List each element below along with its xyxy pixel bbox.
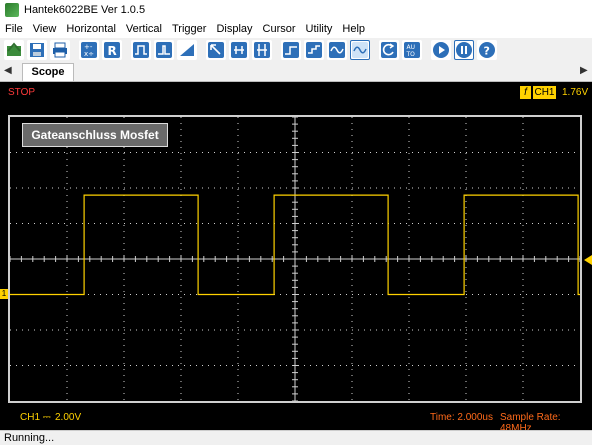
math-icon: +-x÷ <box>81 42 97 58</box>
scope-bottom-strip: CH1 ⎓ 2.00V Time: 2.000us Sample Rate: 4… <box>0 406 592 434</box>
reference-button[interactable]: R <box>102 40 122 60</box>
cursor-horizontal-icon <box>231 42 247 58</box>
tab-row: ◀ Scope ▶ <box>0 62 592 82</box>
run-state: STOP <box>8 87 36 98</box>
menu-cursor[interactable]: Cursor <box>258 23 301 35</box>
help-button[interactable]: ? <box>477 40 497 60</box>
scope-graticule[interactable]: Gateanschluss Mosfet <box>8 115 582 403</box>
open-icon <box>7 42 21 56</box>
pause-icon <box>456 42 472 58</box>
toolbar: +- x÷ R AU TO ? <box>0 38 592 62</box>
svg-text:TO: TO <box>406 51 416 58</box>
ramp-icon <box>180 44 194 56</box>
open-button[interactable] <box>4 40 24 60</box>
menu-help[interactable]: Help <box>337 23 370 35</box>
run-button[interactable] <box>431 40 451 60</box>
help-label: ? <box>484 45 490 58</box>
tab-scope[interactable]: Scope <box>22 63 74 81</box>
rotate-button[interactable] <box>379 40 399 60</box>
time-per-div: Time: 2.000us <box>430 412 493 423</box>
trigger-level: 1.76V <box>562 87 589 98</box>
menu-display[interactable]: Display <box>211 23 257 35</box>
reference-label: R <box>108 44 117 58</box>
cursor-vertical-button[interactable] <box>252 40 272 60</box>
bottom-channel-label: CH1 <box>20 412 41 423</box>
auto-icon: AUTO <box>404 42 420 58</box>
trigger-level-marker[interactable] <box>584 255 592 265</box>
menu-bar: File View Horizontal Vertical Trigger Di… <box>0 20 592 38</box>
menu-utility[interactable]: Utility <box>301 23 338 35</box>
sine-button[interactable] <box>327 40 347 60</box>
step-icon <box>306 42 322 58</box>
save-icon <box>30 43 44 57</box>
cursor-select-button[interactable] <box>206 40 226 60</box>
bottom-channel: CH1 ⎓ <box>20 412 51 423</box>
pause-button[interactable] <box>454 40 474 60</box>
volts-per-div: 2.00V <box>55 412 82 423</box>
level-icon <box>283 42 299 58</box>
print-button[interactable] <box>50 40 70 60</box>
dc-coupling-icon: ⎓ <box>42 412 51 423</box>
scope-top-strip: STOP f CH1 1.76V <box>0 82 592 104</box>
step-button[interactable] <box>304 40 324 60</box>
sine-icon <box>329 42 345 58</box>
scope-display: STOP f CH1 1.76V Gateanschluss Mosfet 1 … <box>0 82 592 434</box>
sine-filled-icon <box>352 42 368 58</box>
status-text: Running... <box>4 432 55 444</box>
window-title: Hantek6022BE Ver 1.0.5 <box>24 4 146 16</box>
title-bar: Hantek6022BE Ver 1.0.5 <box>0 0 592 20</box>
status-bar: Running... <box>0 430 592 445</box>
pulse-icon <box>156 42 172 58</box>
print-icon <box>53 42 67 58</box>
menu-horizontal[interactable]: Horizontal <box>61 23 121 35</box>
cursor-select-icon <box>208 42 224 58</box>
reference-icon: R <box>104 42 120 58</box>
tab-scroll-left-icon[interactable]: ◀ <box>4 65 12 76</box>
save-button[interactable] <box>27 40 47 60</box>
menu-file[interactable]: File <box>0 23 28 35</box>
app-icon <box>5 3 19 17</box>
math-button[interactable]: +- x÷ <box>79 40 99 60</box>
trigger-edge-icon: f <box>520 86 531 99</box>
cursor-horizontal-button[interactable] <box>229 40 249 60</box>
waveform-label: Gateanschluss Mosfet <box>22 123 168 147</box>
rotate-icon <box>381 42 397 58</box>
level-button[interactable] <box>281 40 301 60</box>
channel-1-marker[interactable]: 1 <box>0 289 8 299</box>
waveform-svg <box>10 117 580 401</box>
square-wave-button[interactable] <box>131 40 151 60</box>
svg-text:x÷: x÷ <box>84 50 94 58</box>
cursor-vertical-icon <box>254 42 270 58</box>
menu-view[interactable]: View <box>28 23 62 35</box>
tab-scroll-right-icon[interactable]: ▶ <box>580 65 588 76</box>
menu-trigger[interactable]: Trigger <box>167 23 211 35</box>
help-icon: ? <box>479 42 495 58</box>
auto-button[interactable]: AU TO <box>402 40 422 60</box>
square-wave-icon <box>133 42 149 58</box>
trigger-channel: CH1 <box>533 86 556 99</box>
sine-filled-button[interactable] <box>350 40 370 60</box>
svg-text:AU: AU <box>407 44 416 51</box>
run-icon <box>433 42 449 58</box>
ramp-button[interactable] <box>177 40 197 60</box>
menu-vertical[interactable]: Vertical <box>121 23 167 35</box>
pulse-button[interactable] <box>154 40 174 60</box>
